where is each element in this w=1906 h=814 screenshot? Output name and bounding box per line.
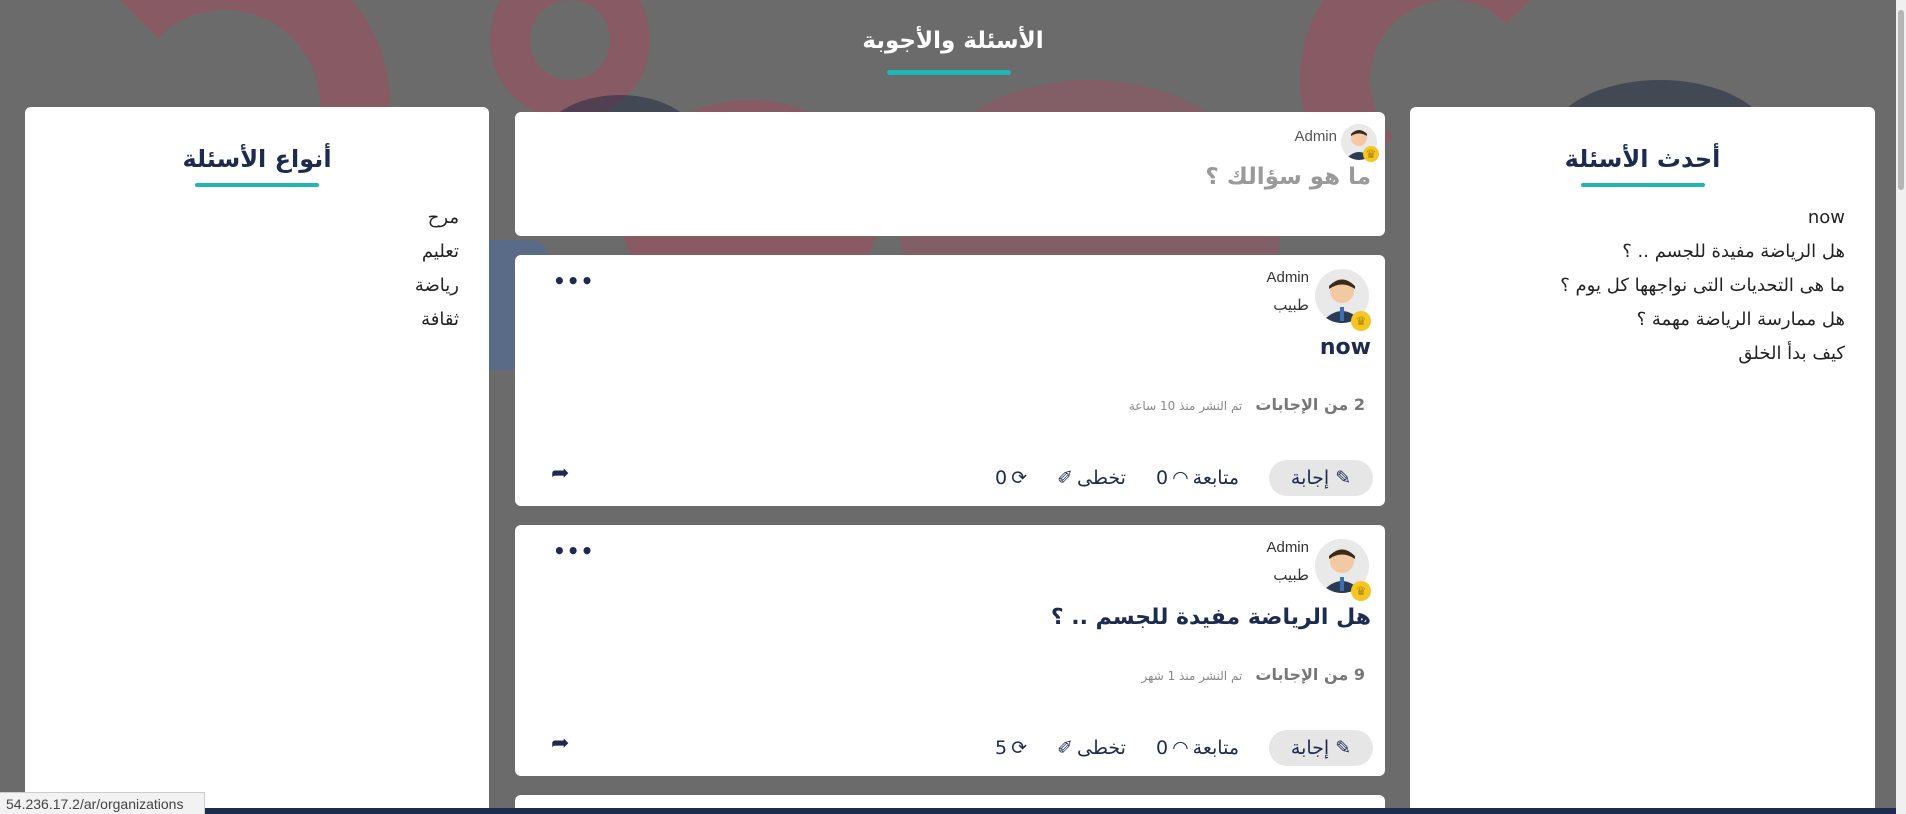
latest-questions-list: now هل الرياضة مفيدة للجسم .. ؟ ما هى ال… xyxy=(1410,201,1875,371)
category-link[interactable]: تعليم xyxy=(25,235,459,269)
answer-button[interactable]: ✎ إجابة xyxy=(1269,460,1373,496)
ask-question-input[interactable]: ما هو سؤالك ؟ xyxy=(1205,164,1371,190)
crown-icon: ♛ xyxy=(1351,581,1371,601)
question-card: ••• ♛ Admin طبيب now 2 من الإجابات تم ال… xyxy=(515,255,1385,506)
refresh-icon: ⟳ xyxy=(1011,737,1028,759)
follow-label: متابعة xyxy=(1192,467,1239,489)
ask-question-card[interactable]: ♛ Admin ما هو سؤالك ؟ xyxy=(515,112,1385,236)
skip-button[interactable]: تخطى ✐ xyxy=(1057,737,1126,759)
author-name[interactable]: Admin xyxy=(1266,269,1309,286)
crown-icon: ♛ xyxy=(1363,146,1379,162)
latest-questions-title: أحدث الأسئلة xyxy=(1564,145,1721,173)
question-title[interactable]: هل الرياضة مفيدة للجسم .. ؟ xyxy=(1051,605,1371,630)
posted-time: تم النشر منذ 1 شهر xyxy=(1141,669,1243,683)
pencil-slash-icon: ✐ xyxy=(1057,467,1073,489)
refresh-icon: ⟳ xyxy=(1011,467,1028,489)
pencil-icon: ✎ xyxy=(1335,737,1352,759)
question-meta: 9 من الإجابات تم النشر منذ 1 شهر xyxy=(1142,665,1365,684)
categories-list: مرح تعليم رياضة ثقافة xyxy=(25,201,489,337)
question-meta: 2 من الإجابات تم النشر منذ 10 ساعة xyxy=(1129,395,1365,414)
follow-button[interactable]: متابعة ◠ 0 xyxy=(1156,737,1239,759)
question-actions: ✎ إجابة متابعة ◠ 0 تخطى ✐ ⟳ 0 xyxy=(527,460,1373,496)
follow-button[interactable]: متابعة ◠ 0 xyxy=(1156,467,1239,489)
page-scrollbar[interactable] xyxy=(1896,0,1906,814)
category-link[interactable]: ثقافة xyxy=(25,303,459,337)
browser-status-url: 54.236.17.2/ar/organizations xyxy=(0,792,205,814)
author-name: Admin xyxy=(1294,128,1337,145)
question-card: ••• ♛ Admin طبيب هل الرياضة مفيدة للجسم … xyxy=(515,525,1385,776)
background-question-mark xyxy=(490,0,650,120)
categories-panel: أنواع الأسئلة مرح تعليم رياضة ثقافة xyxy=(25,107,489,814)
follow-count: 0 xyxy=(1155,737,1169,759)
category-link[interactable]: مرح xyxy=(25,201,459,235)
posted-time: تم النشر منذ 10 ساعة xyxy=(1128,399,1243,413)
more-dots-icon[interactable]: ••• xyxy=(553,539,594,563)
latest-question-link[interactable]: هل ممارسة الرياضة مهمة ؟ xyxy=(1410,303,1845,337)
share-icon[interactable]: ➦ xyxy=(551,731,569,756)
footer-strip xyxy=(0,808,1906,814)
title-underline xyxy=(1580,183,1705,187)
answer-label: إجابة xyxy=(1290,737,1330,759)
pencil-slash-icon: ✐ xyxy=(1057,737,1073,759)
pencil-icon: ✎ xyxy=(1335,467,1352,489)
question-actions: ✎ إجابة متابعة ◠ 0 تخطى ✐ ⟳ 5 xyxy=(527,730,1373,766)
categories-title: أنواع الأسئلة xyxy=(182,145,332,173)
answers-count[interactable]: 2 من الإجابات xyxy=(1255,395,1365,414)
rss-icon: ◠ xyxy=(1172,467,1189,489)
more-dots-icon[interactable]: ••• xyxy=(553,269,594,293)
author-role: طبيب xyxy=(1273,566,1309,584)
answer-button[interactable]: ✎ إجابة xyxy=(1269,730,1373,766)
follow-label: متابعة xyxy=(1192,737,1239,759)
latest-question-link[interactable]: ما هى التحديات التى نواجهها كل يوم ؟ xyxy=(1410,269,1845,303)
answers-count[interactable]: 9 من الإجابات xyxy=(1255,665,1365,684)
refresh-button[interactable]: ⟳ 0 xyxy=(995,467,1027,489)
refresh-count: 5 xyxy=(995,737,1008,759)
page-title-underline xyxy=(887,70,1011,75)
refresh-count: 0 xyxy=(995,467,1008,489)
scrollbar-thumb[interactable] xyxy=(1898,10,1904,190)
page-title: الأسئلة والأجوبة xyxy=(862,28,1044,54)
category-link[interactable]: رياضة xyxy=(25,269,459,303)
author-name[interactable]: Admin xyxy=(1266,539,1309,556)
question-title[interactable]: now xyxy=(1320,335,1371,360)
latest-question-link[interactable]: now xyxy=(1410,201,1845,235)
skip-label: تخطى xyxy=(1076,467,1126,489)
latest-question-link[interactable]: هل الرياضة مفيدة للجسم .. ؟ xyxy=(1410,235,1845,269)
rss-icon: ◠ xyxy=(1172,737,1189,759)
follow-count: 0 xyxy=(1155,467,1169,489)
latest-questions-panel: أحدث الأسئلة now هل الرياضة مفيدة للجسم … xyxy=(1410,107,1875,814)
share-icon[interactable]: ➦ xyxy=(551,461,569,486)
crown-icon: ♛ xyxy=(1351,311,1371,331)
refresh-button[interactable]: ⟳ 5 xyxy=(995,737,1027,759)
skip-label: تخطى xyxy=(1076,737,1126,759)
answer-label: إجابة xyxy=(1290,467,1330,489)
title-underline xyxy=(195,183,319,187)
skip-button[interactable]: تخطى ✐ xyxy=(1057,467,1126,489)
latest-question-link[interactable]: كيف بدأ الخلق xyxy=(1410,337,1845,371)
author-role: طبيب xyxy=(1273,296,1309,314)
